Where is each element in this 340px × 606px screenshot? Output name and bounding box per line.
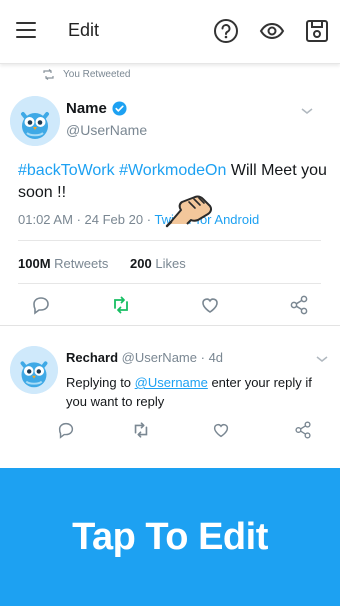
tweet-meta: 01:02 AM · 24 Feb 20 · Twitter for Andro… bbox=[18, 212, 260, 227]
retweet-small-icon bbox=[43, 69, 54, 80]
reply-header: Rechard @UserName · 4d bbox=[66, 350, 224, 365]
retweeted-indicator: You Retweeted bbox=[42, 69, 130, 80]
reply-text: Replying to @Username enter your reply i… bbox=[66, 375, 312, 409]
page-title: Edit bbox=[68, 20, 100, 40]
engagement-counts: 100M Retweets 200 Likes bbox=[18, 256, 186, 271]
like-heart-icon[interactable] bbox=[211, 420, 231, 440]
preview-eye-icon[interactable] bbox=[259, 18, 285, 44]
reply-age: 4d bbox=[208, 350, 224, 365]
save-icon[interactable] bbox=[304, 18, 330, 44]
hashtag-link[interactable]: #WorkmodeOn bbox=[119, 162, 226, 179]
share-icon[interactable] bbox=[288, 294, 310, 316]
author-handle[interactable]: @UserName bbox=[66, 122, 147, 138]
author-name[interactable]: Name bbox=[66, 100, 127, 117]
banner-label: Tap To Edit bbox=[72, 515, 268, 558]
reply-author-name[interactable]: Rechard bbox=[66, 350, 118, 365]
menu-icon[interactable] bbox=[16, 22, 36, 38]
tweet-card[interactable]: You Retweeted Name @UserName #backToWork… bbox=[0, 64, 340, 326]
owl-avatar-icon bbox=[10, 346, 58, 394]
reply-icon[interactable] bbox=[56, 420, 76, 440]
reply-tweet-card[interactable]: Rechard @UserName · 4d Replying to @User… bbox=[0, 328, 340, 468]
like-heart-icon[interactable] bbox=[199, 294, 221, 316]
chevron-down-icon[interactable] bbox=[300, 106, 314, 116]
tap-to-edit-banner[interactable]: Tap To Edit bbox=[0, 468, 340, 606]
verified-badge-icon bbox=[112, 101, 127, 116]
retweets-count[interactable]: 100M bbox=[18, 256, 51, 271]
chevron-down-icon[interactable] bbox=[315, 354, 329, 364]
mention-link[interactable]: @Username bbox=[135, 375, 208, 390]
top-app-bar: Edit bbox=[0, 0, 340, 64]
hashtag-link[interactable]: #backToWork bbox=[18, 162, 115, 179]
tap-hand-pointer-icon bbox=[165, 195, 213, 228]
share-icon[interactable] bbox=[293, 420, 313, 440]
reply-icon[interactable] bbox=[30, 294, 52, 316]
avatar[interactable] bbox=[10, 346, 58, 394]
owl-avatar-icon bbox=[10, 96, 60, 146]
likes-count[interactable]: 200 bbox=[130, 256, 152, 271]
retweet-icon[interactable] bbox=[110, 294, 132, 316]
help-icon[interactable] bbox=[213, 18, 239, 44]
divider bbox=[18, 283, 321, 284]
divider bbox=[18, 240, 321, 241]
avatar[interactable] bbox=[10, 96, 60, 146]
reply-author-handle[interactable]: @UserName bbox=[122, 350, 197, 365]
retweet-icon[interactable] bbox=[131, 420, 151, 440]
